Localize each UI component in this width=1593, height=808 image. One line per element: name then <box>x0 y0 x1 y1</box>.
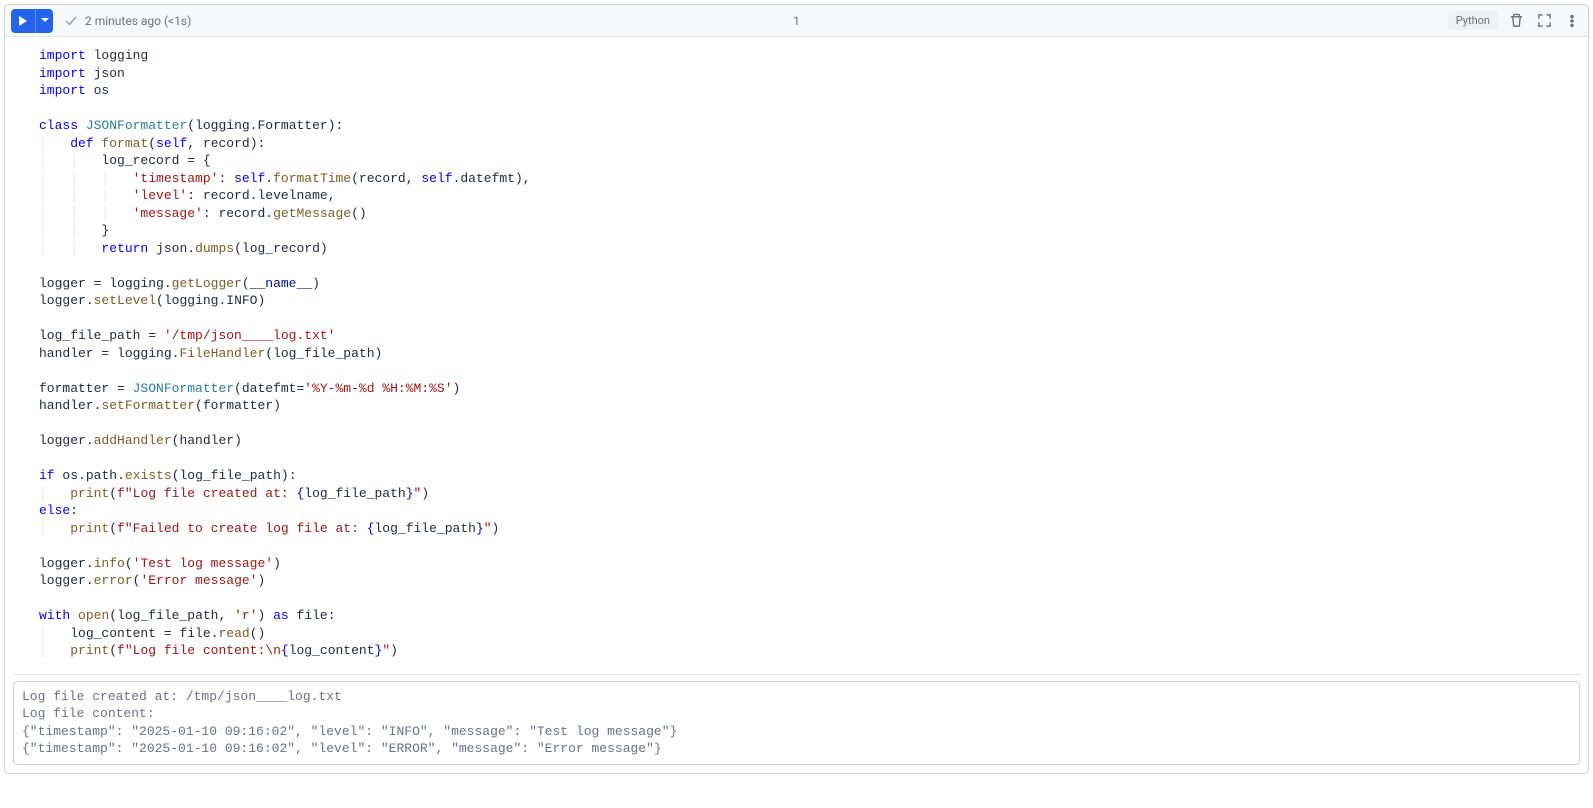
code-gutter <box>5 47 39 660</box>
cell-index: 1 <box>793 14 800 28</box>
chevron-down-icon <box>41 18 49 23</box>
output-line: {"timestamp": "2025-01-10 09:16:02", "le… <box>22 740 1571 758</box>
language-badge[interactable]: Python <box>1448 11 1498 30</box>
more-button[interactable] <box>1562 11 1582 31</box>
output-stdout[interactable]: Log file created at: /tmp/json____log.tx… <box>13 681 1580 765</box>
run-button-group <box>11 9 53 33</box>
code-content: import loggingimport jsonimport osclass … <box>39 47 531 660</box>
delete-button[interactable] <box>1506 11 1526 31</box>
play-icon <box>18 16 28 26</box>
run-button[interactable] <box>11 9 35 33</box>
trash-icon <box>1509 13 1524 28</box>
output-line: Log file content: <box>22 705 1571 723</box>
cell-output: Log file created at: /tmp/json____log.tx… <box>13 674 1580 765</box>
toolbar-right: Python <box>1448 11 1582 31</box>
notebook-cell: 2 minutes ago (<1s) 1 Python impo <box>4 4 1589 774</box>
output-line: Log file created at: /tmp/json____log.tx… <box>22 688 1571 706</box>
kebab-icon <box>1565 14 1579 28</box>
status-check-icon <box>63 13 79 29</box>
expand-icon <box>1537 13 1552 28</box>
cell-toolbar: 2 minutes ago (<1s) 1 Python <box>5 5 1588 37</box>
expand-button[interactable] <box>1534 11 1554 31</box>
code-editor[interactable]: import loggingimport jsonimport osclass … <box>5 37 1588 674</box>
execution-time: 2 minutes ago (<1s) <box>85 14 191 28</box>
run-dropdown[interactable] <box>35 9 53 33</box>
output-line: {"timestamp": "2025-01-10 09:16:02", "le… <box>22 723 1571 741</box>
